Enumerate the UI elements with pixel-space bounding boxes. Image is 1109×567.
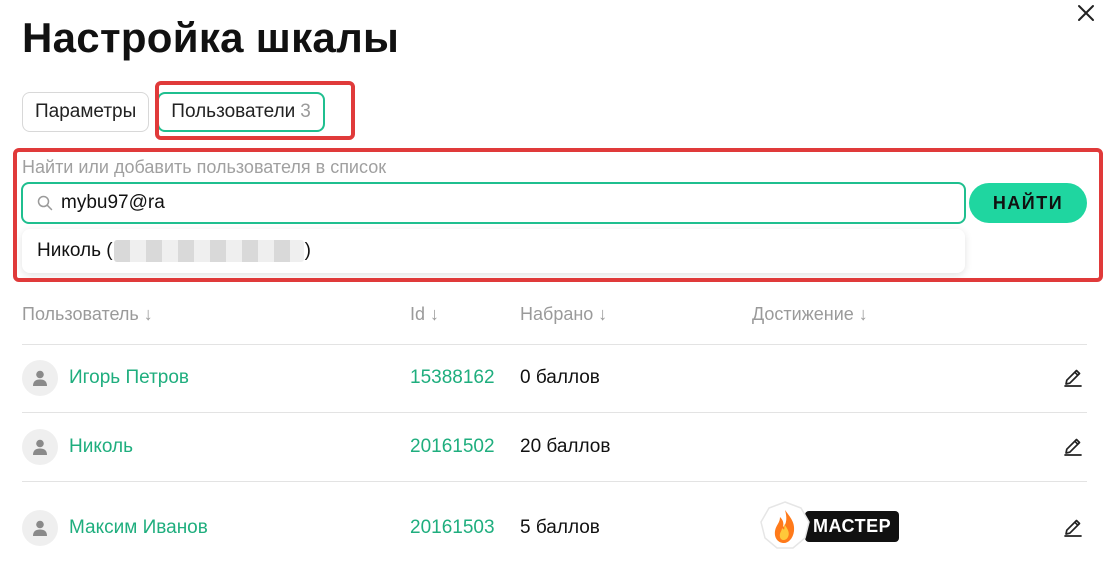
user-id-link[interactable]: 20161502 (410, 436, 495, 458)
user-id-link[interactable]: 15388162 (410, 367, 495, 389)
user-icon (33, 520, 47, 536)
divider (22, 481, 1087, 482)
user-score: 0 баллов (520, 367, 600, 388)
table-row: Игорь Петров 15388162 0 баллов (22, 358, 1087, 398)
user-score: 5 баллов (520, 517, 600, 538)
avatar (22, 360, 58, 396)
divider (22, 412, 1087, 413)
close-button[interactable] (1075, 2, 1097, 24)
tab-label: Параметры (35, 101, 137, 122)
user-id-link[interactable]: 20161503 (410, 517, 495, 539)
column-id[interactable]: Id ↓ (410, 304, 439, 325)
column-user[interactable]: Пользователь ↓ (22, 304, 153, 325)
flame-icon (757, 500, 813, 552)
achievement-label: МАСТЕР (805, 510, 900, 542)
highlight-box-tabs (155, 81, 355, 140)
table-row: Максим Иванов 20161503 5 баллов МАСТЕР (22, 501, 1087, 549)
pencil-icon (1064, 438, 1082, 456)
column-score[interactable]: Набрано ↓ (520, 304, 607, 325)
column-achievement[interactable]: Достижение ↓ (752, 304, 868, 325)
user-name-link[interactable]: Игорь Петров (69, 367, 189, 389)
user-name-link[interactable]: Максим Иванов (69, 517, 208, 539)
table-row: Николь 20161502 20 баллов (22, 427, 1087, 467)
pencil-icon (1064, 369, 1082, 387)
edit-button[interactable] (1062, 516, 1086, 540)
user-score: 20 баллов (520, 436, 611, 457)
avatar (22, 510, 58, 546)
divider (22, 344, 1087, 345)
avatar (22, 429, 58, 465)
edit-button[interactable] (1062, 366, 1086, 390)
highlight-box-search (13, 148, 1103, 282)
table-header: Пользователь ↓ Id ↓ Набрано ↓ Достижение… (22, 304, 1087, 328)
user-icon (33, 439, 47, 455)
achievement-badge: МАСТЕР (757, 500, 900, 552)
user-name-link[interactable]: Николь (69, 436, 133, 458)
close-icon (1078, 5, 1094, 21)
pencil-icon (1064, 519, 1082, 537)
tab-parameters[interactable]: Параметры (22, 92, 150, 132)
edit-button[interactable] (1062, 435, 1086, 459)
page-title: Настройка шкалы (22, 14, 400, 61)
user-icon (33, 370, 47, 386)
